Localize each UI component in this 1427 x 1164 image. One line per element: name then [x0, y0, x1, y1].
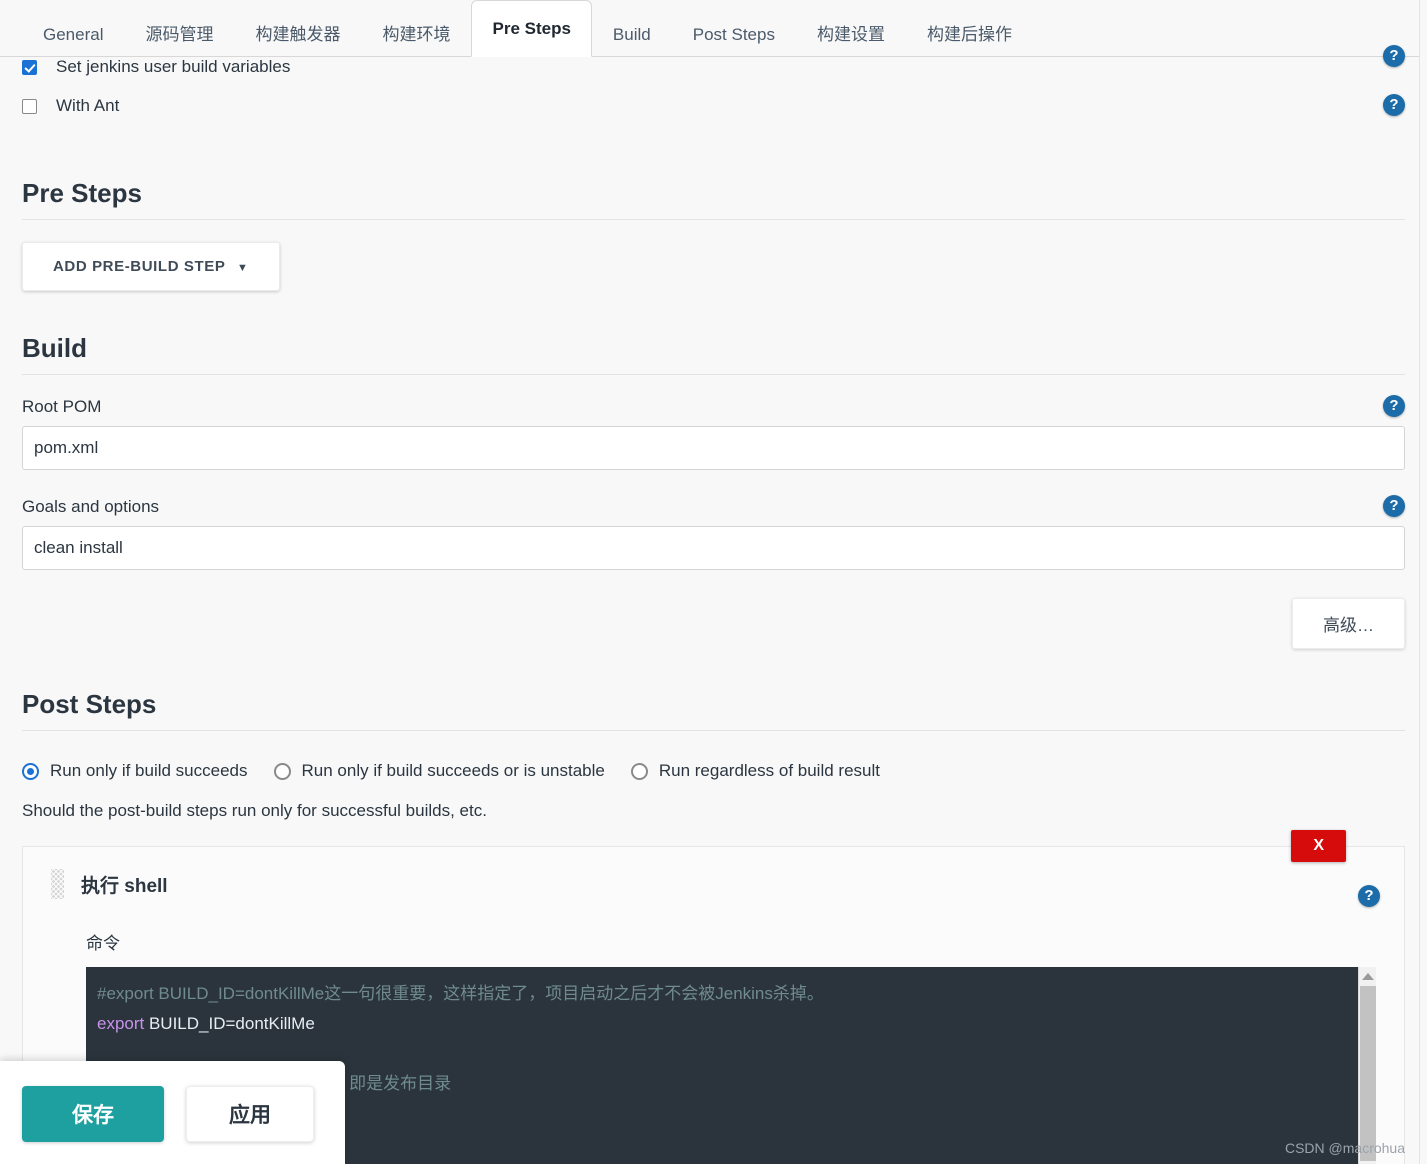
goals-and-options-label: Goals and options — [22, 497, 160, 516]
pre-steps-heading: Pre Steps — [22, 178, 142, 208]
command-label: 命令 — [86, 934, 120, 953]
advanced-button[interactable]: 高级… — [1292, 598, 1405, 649]
help-icon-goals-and-options[interactable]: ? — [1383, 495, 1405, 517]
with-ant-checkbox[interactable] — [22, 98, 37, 114]
help-icon-with-ant[interactable]: ? — [1383, 94, 1405, 116]
goals-field-label-row: Goals and options ? — [22, 495, 1405, 526]
page-right-gutter — [1419, 0, 1427, 1164]
root-pom-input[interactable] — [22, 426, 1405, 470]
radio-label-run-regardless-of-build-result[interactable]: Run regardless of build result — [659, 761, 880, 781]
radio-run-only-if-build-succeeds-or-is-unstable[interactable] — [273, 762, 291, 780]
apply-button[interactable]: 应用 — [186, 1086, 314, 1142]
editor-scrollbar-thumb[interactable] — [1360, 986, 1376, 1161]
form-action-bar: 保存 应用 — [0, 1061, 345, 1164]
remove-step-button[interactable]: X — [1291, 830, 1346, 862]
chevron-down-icon: ▼ — [237, 262, 249, 274]
radio-run-regardless-of-build-result[interactable] — [630, 762, 648, 780]
build-heading: Build — [22, 333, 87, 363]
advanced-button-wrap: 高级… — [22, 598, 1405, 649]
help-icon-execute-shell[interactable]: ? — [1358, 885, 1380, 907]
help-icon-root-pom[interactable]: ? — [1383, 395, 1405, 417]
radio-label-run-only-if-build-succeeds[interactable]: Run only if build succeeds — [50, 761, 248, 781]
code-line-1-comment: #export BUILD_ID=dontKillMe这一句很重要，这样指定了，… — [97, 984, 824, 1003]
set-jenkins-user-build-variables-label[interactable]: Set jenkins user build variables — [56, 57, 290, 77]
set-jenkins-user-build-variables-checkbox[interactable] — [22, 59, 37, 75]
code-line-2-keyword: export — [97, 1014, 145, 1033]
add-pre-build-step-label: ADD PRE-BUILD STEP — [53, 258, 226, 275]
radio-run-only-if-build-succeeds[interactable] — [22, 762, 39, 780]
scroll-up-arrow-icon[interactable] — [1361, 973, 1374, 980]
config-content: Set jenkins user build variables ? With … — [0, 45, 1427, 1164]
drag-handle-icon[interactable] — [51, 869, 64, 899]
post-steps-hint: Should the post-build steps run only for… — [22, 801, 487, 820]
add-pre-build-step-button-wrap: ADD PRE-BUILD STEP ▼ — [22, 242, 1405, 291]
pre-steps-divider — [22, 219, 1405, 220]
goals-and-options-input[interactable] — [22, 526, 1405, 570]
root-pom-label: Root POM — [22, 397, 102, 416]
radio-label-run-only-if-build-succeeds-or-is-unstable[interactable]: Run only if build succeeds or is unstabl… — [302, 761, 605, 781]
execute-shell-title: 执行 shell — [81, 875, 168, 897]
config-tab-bar: General 源码管理 构建触发器 构建环境 Pre Steps Build … — [0, 0, 1427, 57]
checkbox-row-set-jenkins-user-build-variables: Set jenkins user build variables ? — [22, 45, 1405, 84]
with-ant-label[interactable]: With Ant — [56, 96, 119, 116]
help-icon-set-jenkins-user-build-variables[interactable]: ? — [1383, 45, 1405, 67]
add-pre-build-step-button[interactable]: ADD PRE-BUILD STEP ▼ — [22, 242, 280, 291]
editor-scrollbar[interactable] — [1358, 967, 1376, 1164]
execute-shell-step-header: 执行 shell — [51, 869, 1376, 899]
save-button[interactable]: 保存 — [22, 1086, 164, 1142]
post-steps-divider — [22, 730, 1405, 731]
jenkins-job-config-page: General 源码管理 构建触发器 构建环境 Pre Steps Build … — [0, 0, 1427, 1164]
code-line-2-text: BUILD_ID=dontKillMe — [144, 1014, 315, 1033]
post-steps-heading: Post Steps — [22, 689, 157, 719]
post-steps-radio-group: Run only if build succeeds Run only if b… — [22, 761, 1405, 781]
checkbox-row-with-ant: With Ant ? — [22, 84, 1405, 128]
build-divider — [22, 374, 1405, 375]
root-pom-field-label-row: Root POM ? — [22, 395, 1405, 426]
tab-pre-steps[interactable]: Pre Steps — [471, 0, 592, 57]
